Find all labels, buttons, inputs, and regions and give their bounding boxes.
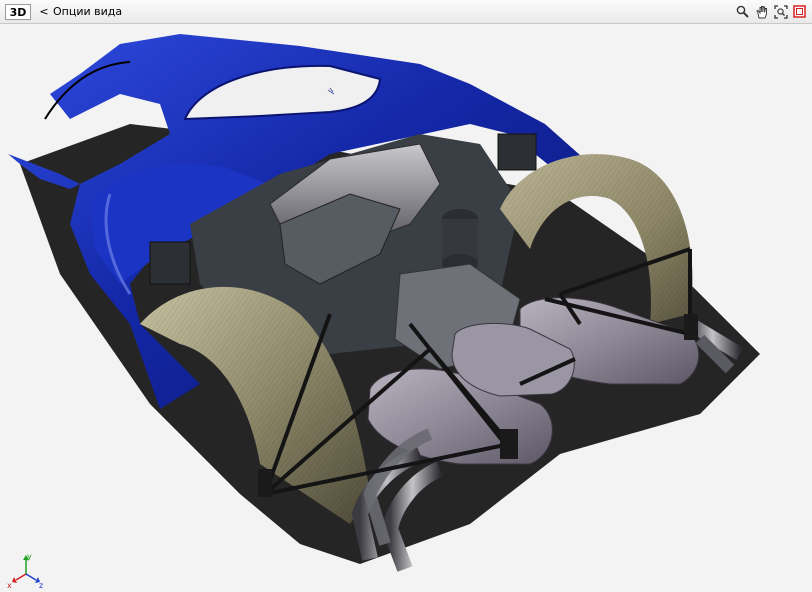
- zoom-fit-icon: [773, 4, 788, 19]
- strut-mount: [684, 314, 698, 340]
- axis-triad: y x z: [7, 552, 43, 590]
- battery-box: [497, 133, 537, 171]
- zoom-fit-button[interactable]: [772, 3, 789, 20]
- axis-x-label: x: [7, 581, 12, 590]
- 3d-viewport[interactable]: y x z: [0, 24, 812, 592]
- view-header: 3D < Опции вида: [0, 0, 812, 24]
- back-button[interactable]: <: [38, 4, 50, 20]
- view-options-title[interactable]: Опции вида: [53, 4, 122, 20]
- close-button[interactable]: [791, 3, 808, 20]
- axis-z-label: z: [39, 581, 43, 590]
- magnifier-icon: [736, 5, 749, 18]
- strut-mount: [500, 429, 518, 459]
- mode-badge[interactable]: 3D: [5, 4, 31, 20]
- axis-y-label: y: [27, 552, 32, 561]
- battery-box: [149, 241, 191, 285]
- pan-hand-icon: [755, 5, 767, 18]
- strut-mount: [258, 469, 272, 497]
- viewer-toolbar: [734, 3, 808, 21]
- viewer-window: 3D < Опции вида y x z: [0, 0, 812, 592]
- pan-button[interactable]: [753, 3, 770, 20]
- car-3d-model[interactable]: [0, 24, 812, 592]
- magnifier-button[interactable]: [734, 3, 751, 20]
- close-icon: [793, 5, 806, 18]
